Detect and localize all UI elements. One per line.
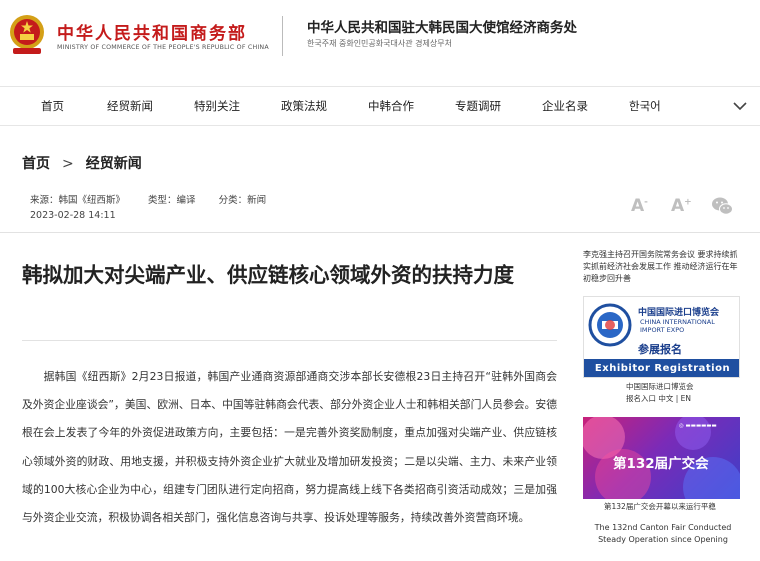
breadcrumb-home[interactable]: 首页 bbox=[22, 156, 50, 172]
title-divider bbox=[22, 340, 557, 341]
canton-caption[interactable]: 第132届广交会开幕以来运行平稳 bbox=[604, 501, 716, 512]
ciie-caption[interactable]: 中国国际进口博览会 bbox=[626, 381, 694, 392]
article-meta: 来源：韩国《纽西斯》 类型：编译 分类：新闻 bbox=[30, 192, 286, 206]
nav-item-home[interactable]: 首页 bbox=[41, 98, 64, 114]
ciie-register-cn: 参展报名 bbox=[638, 343, 682, 356]
font-decrease-sign: - bbox=[644, 197, 648, 208]
embassy-name-kr: 한국주재 중화인민공화국대사관 경제상무처 bbox=[307, 39, 452, 48]
main-nav: 首页 经贸新闻 特别关注 政策法规 中韩合作 专题调研 企业名录 한국어 bbox=[0, 86, 760, 126]
canton-fair-banner[interactable]: ◎ ▬▬▬▬▬▬ 第132届广交会 bbox=[583, 417, 740, 499]
national-emblem-icon[interactable] bbox=[7, 12, 47, 56]
site-header: 中华人民共和国商务部 MINISTRY OF COMMERCE OF THE P… bbox=[0, 0, 760, 78]
nav-item-directory[interactable]: 企业名录 bbox=[542, 98, 588, 114]
font-increase-button[interactable]: A+ bbox=[671, 196, 692, 216]
wechat-share-icon[interactable] bbox=[711, 196, 733, 216]
ciie-logo-icon bbox=[588, 303, 632, 347]
breadcrumb: 首页 > 经贸新闻 bbox=[22, 153, 142, 173]
canton-logo-text: ◎ ▬▬▬▬▬▬ bbox=[679, 423, 717, 429]
article-date: 2023-02-28 14:11 bbox=[30, 210, 116, 221]
font-increase-label: A bbox=[671, 196, 685, 216]
ministry-name-en: MINISTRY OF COMMERCE OF THE PEOPLE'S REP… bbox=[57, 44, 269, 51]
breadcrumb-separator: > bbox=[62, 156, 74, 172]
font-increase-sign: + bbox=[684, 197, 692, 208]
font-decrease-button[interactable]: A- bbox=[631, 196, 648, 216]
nav-item-special-focus[interactable]: 特别关注 bbox=[194, 98, 240, 114]
ciie-title-cn: 中国国际进口博览会 bbox=[638, 308, 720, 318]
ministry-name-cn[interactable]: 中华人民共和国商务部 bbox=[57, 19, 247, 44]
ciie-banner[interactable]: 中国国际进口博览会 CHINA INTERNATIONAL IMPORT EXP… bbox=[583, 296, 740, 378]
article-body: 据韩国《纽西斯》2月23日报道，韩国产业通商资源部通商交涉本部长安德根23日主持… bbox=[22, 370, 557, 525]
nav-item-trade-news[interactable]: 经贸新闻 bbox=[107, 98, 153, 114]
nav-item-korean[interactable]: 한국어 bbox=[629, 98, 661, 114]
section-divider bbox=[0, 232, 760, 233]
nav-item-policies[interactable]: 政策法规 bbox=[281, 98, 327, 114]
ciie-links[interactable]: 报名入口 中文 | EN bbox=[626, 393, 691, 404]
canton-caption-en[interactable]: The 132nd Canton Fair Conducted Steady O… bbox=[583, 522, 743, 546]
font-decrease-label: A bbox=[631, 196, 645, 216]
sidebar-news-link[interactable]: 李克强主持召开国务院常务会议 要求持续抓实抓前经济社会发展工作 推动经济运行在年… bbox=[583, 249, 745, 285]
nav-item-china-korea[interactable]: 中韩合作 bbox=[368, 98, 414, 114]
embassy-name-cn[interactable]: 中华人民共和国驻大韩民国大使馆经济商务处 bbox=[307, 16, 577, 36]
article-title: 韩拟加大对尖端产业、供应链核心领域外资的扶持力度 bbox=[22, 263, 514, 287]
article-type: 类型：编译 bbox=[148, 195, 196, 206]
breadcrumb-section[interactable]: 经贸新闻 bbox=[86, 156, 142, 172]
canton-banner-text: 第132届广交会 bbox=[613, 456, 709, 472]
ciie-register-en: Exhibitor Registration bbox=[584, 359, 739, 377]
article-source: 来源：韩国《纽西斯》 bbox=[30, 195, 126, 206]
article-category: 分类：新闻 bbox=[218, 195, 267, 206]
header-divider bbox=[282, 16, 283, 56]
chevron-down-icon[interactable] bbox=[732, 99, 748, 113]
nav-item-research[interactable]: 专题调研 bbox=[455, 98, 501, 114]
ciie-title-en: CHINA INTERNATIONAL IMPORT EXPO bbox=[640, 318, 715, 334]
